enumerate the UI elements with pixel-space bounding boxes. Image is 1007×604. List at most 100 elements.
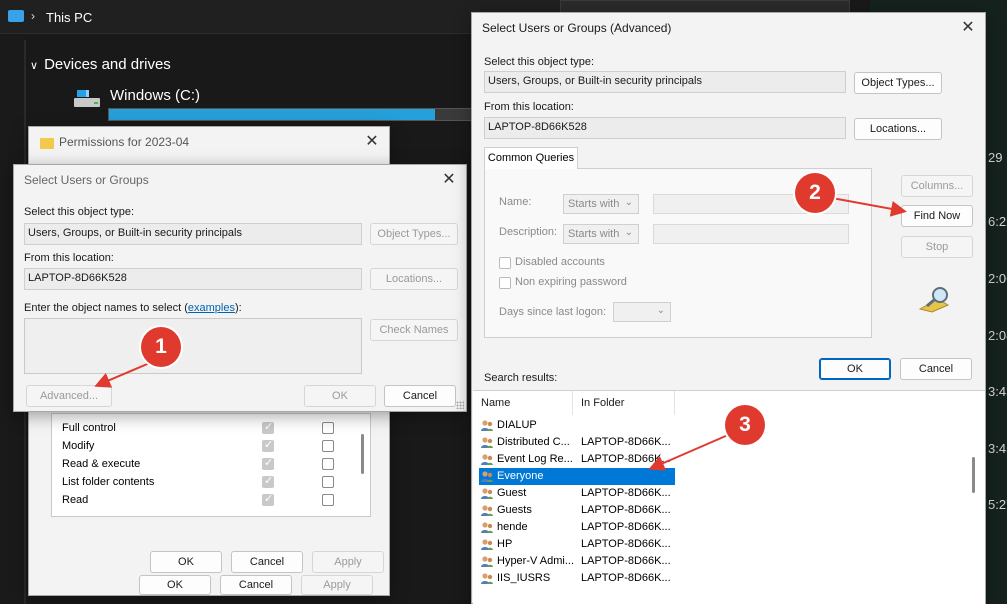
user-group-icon [481,573,493,584]
days-since-logon-label: Days since last logon: [499,306,606,318]
clock-text: 2:08 [988,328,1007,343]
object-types-button[interactable]: Object Types... [854,72,942,94]
name-mode-value: Starts with [568,198,620,210]
user-group-icon [481,471,493,482]
devices-group-header[interactable]: ∨ Devices and drives [30,56,171,73]
deny-checkbox[interactable] [322,458,334,470]
clock-text: 29 [988,150,1003,165]
chevron-down-icon: ⌄ [624,227,633,238]
deny-checkbox[interactable] [322,476,334,488]
scrollbar-thumb[interactable] [361,434,364,474]
select-users-dialog: Select Users or Groups ✕ Select this obj… [13,164,467,412]
result-row[interactable]: Everyone [479,468,675,485]
cancel-button[interactable]: Cancel [384,385,456,407]
inner-ok-button[interactable]: OK [150,551,222,573]
ok-button[interactable]: OK [139,575,211,595]
result-row[interactable]: Guest LAPTOP-8D66K... [479,485,675,502]
user-group-icon [481,539,493,550]
result-folder: LAPTOP-8D66K... [581,487,671,499]
description-input[interactable] [653,224,849,244]
disabled-accounts-checkbox[interactable] [499,257,511,269]
location-label: From this location: [24,252,114,264]
close-icon[interactable]: ✕ [361,131,383,153]
column-header-name[interactable]: Name [473,391,573,415]
allow-checkbox[interactable] [262,438,274,452]
drive-icon [74,90,100,107]
close-icon[interactable]: ✕ [957,17,979,39]
column-header-folder[interactable]: In Folder [573,391,675,415]
result-row[interactable]: Distributed C... LAPTOP-8D66K... [479,434,675,451]
clock-text: 3:43 [988,384,1007,399]
object-types-button[interactable]: Object Types... [370,223,458,245]
location-field: LAPTOP-8D66K528 [24,268,362,290]
result-folder: LAPTOP-8D66K... [581,555,671,567]
allow-checkbox[interactable] [262,474,274,488]
result-row[interactable]: IIS_IUSRS LAPTOP-8D66K... [479,570,675,587]
deny-checkbox[interactable] [322,494,334,506]
result-folder: LAPTOP-8D66K... [581,504,671,516]
advanced-button[interactable]: Advanced... [26,385,112,407]
deny-checkbox[interactable] [322,422,334,434]
clock-text: 3:45 [988,441,1007,456]
allow-checkbox[interactable] [262,456,274,470]
deny-checkbox[interactable] [322,440,334,452]
permissions-titlebar: Permissions for 2023-04 ✕ [29,127,389,157]
user-group-icon [481,420,493,431]
object-type-label: Select this object type: [24,206,135,218]
columns-button[interactable]: Columns... [901,175,973,197]
allow-checkbox[interactable] [262,420,274,434]
result-row[interactable]: HP LAPTOP-8D66K... [479,536,675,553]
cancel-button[interactable]: Cancel [900,358,972,380]
permissions-title: Permissions for 2023-04 [59,135,190,149]
allow-checkbox[interactable] [262,492,274,506]
permissions-list: Full control Modify Read & execute List … [51,413,371,517]
permission-label: Modify [62,440,95,452]
locations-button[interactable]: Locations... [854,118,942,140]
scrollbar-thumb[interactable] [972,457,975,493]
advanced-select-dialog: Select Users or Groups (Advanced) ✕ Sele… [471,12,986,604]
result-row[interactable]: Hyper-V Admi... LAPTOP-8D66K... [479,553,675,570]
devices-group-title: Devices and drives [44,56,171,73]
chevron-down-icon: ∨ [30,60,39,72]
name-mode-dropdown[interactable]: Starts with ⌄ [563,194,639,214]
drive-usage-bar [108,108,472,121]
user-group-icon [481,556,493,567]
permission-label: List folder contents [62,476,155,488]
object-type-field: Users, Groups, or Built-in security prin… [484,71,846,93]
result-row[interactable]: DIALUP [479,417,675,434]
description-mode-dropdown[interactable]: Starts with ⌄ [563,224,639,244]
result-row[interactable]: hende LAPTOP-8D66K... [479,519,675,536]
stop-button[interactable]: Stop [901,236,973,258]
examples-link[interactable]: examples [188,302,235,314]
object-names-label-suffix: ): [234,302,242,314]
cancel-button[interactable]: Cancel [220,575,292,595]
object-type-label: Select this object type: [484,56,595,68]
name-label: Name: [499,196,532,208]
tab-common-queries[interactable]: Common Queries [484,147,578,169]
result-name: Hyper-V Admi... [497,555,575,567]
permission-label: Read [62,494,89,506]
object-names-input[interactable] [24,318,362,374]
clock-text: 2:06 [988,271,1007,286]
user-group-icon [481,488,493,499]
drive-label[interactable]: Windows (C:) [110,87,200,104]
ok-button[interactable]: OK [304,385,376,407]
breadcrumb[interactable]: This PC [46,10,92,25]
result-row[interactable]: Guests LAPTOP-8D66K... [479,502,675,519]
close-icon[interactable]: ✕ [438,169,460,191]
result-name: Guests [497,504,532,516]
ok-button[interactable]: OK [819,358,891,380]
result-row[interactable]: Event Log Re... LAPTOP-8D66K... [479,451,675,468]
result-folder: LAPTOP-8D66K... [581,436,671,448]
locations-button[interactable]: Locations... [370,268,458,290]
check-names-button[interactable]: Check Names [370,319,458,341]
user-group-icon [481,505,493,516]
inner-cancel-button[interactable]: Cancel [231,551,303,573]
resize-grip[interactable] [456,401,464,409]
inner-apply-button[interactable]: Apply [312,551,384,573]
find-now-button[interactable]: Find Now [901,205,973,227]
days-since-logon-dropdown[interactable]: ⌄ [613,302,671,322]
apply-button[interactable]: Apply [301,575,373,595]
result-name: Distributed C... [497,436,570,448]
non-expiring-password-checkbox[interactable] [499,277,511,289]
